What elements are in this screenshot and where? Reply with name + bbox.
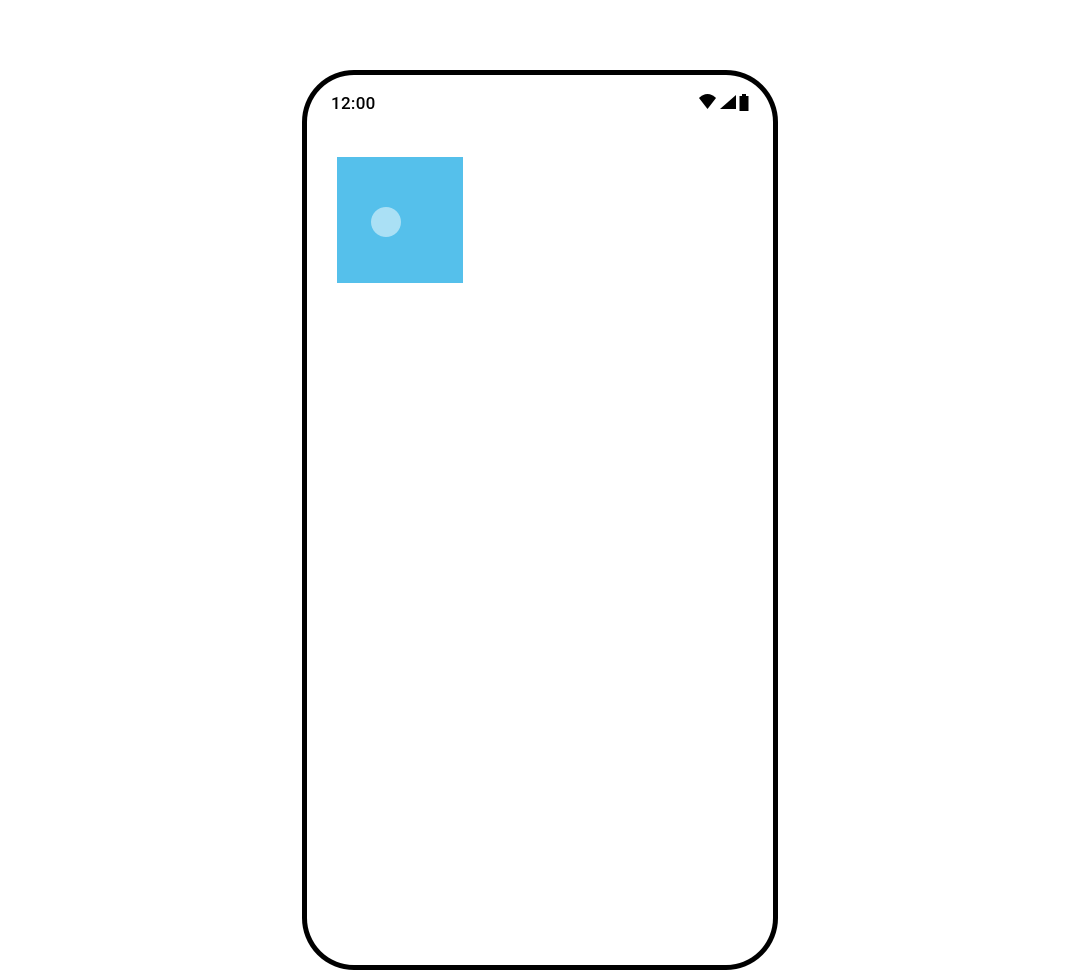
draggable-square[interactable] xyxy=(337,157,463,283)
battery-icon xyxy=(739,94,749,115)
touch-ripple-indicator xyxy=(371,207,401,237)
content-area xyxy=(307,125,773,315)
wifi-icon xyxy=(698,94,717,114)
status-bar: 12:00 xyxy=(307,75,773,125)
device-frame: 12:00 xyxy=(302,70,778,970)
status-time: 12:00 xyxy=(331,94,376,114)
cellular-icon xyxy=(719,94,737,114)
status-icons xyxy=(698,94,749,115)
